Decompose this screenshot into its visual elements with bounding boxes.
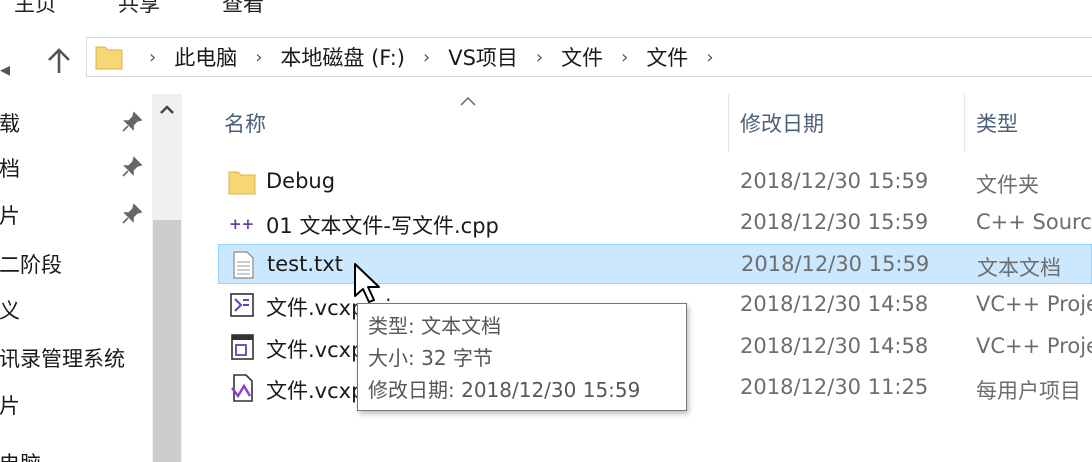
column-divider[interactable]	[728, 94, 729, 152]
vcxproj-filters-icon	[228, 333, 256, 361]
vcxproj-icon	[228, 291, 256, 319]
nav-item-pictures-2[interactable]: 图片	[0, 382, 150, 422]
file-row-cpp[interactable]: ++ 01 文本文件-写文件.cpp 2018/12/30 15:59 C++ …	[218, 203, 1092, 243]
nav-item-label: 图片	[0, 394, 20, 418]
breadcrumb-files-2[interactable]: 文件	[642, 42, 692, 72]
column-header-row: 名称 修改日期 类型	[190, 94, 1092, 152]
column-header-name[interactable]: 名称	[224, 108, 266, 138]
nav-item-stage-two[interactable]: 第二阶段	[0, 241, 150, 281]
tab-home[interactable]: 主页	[14, 0, 56, 18]
nav-item-this-pc[interactable]: 此电脑	[0, 440, 150, 462]
tooltip-size: 大小: 32 字节	[368, 346, 493, 370]
breadcrumb-local-disk[interactable]: 本地磁盘 (F:)	[276, 42, 409, 72]
file-type: 文本文档	[977, 256, 1061, 280]
file-row-debug[interactable]: Debug 2018/12/30 15:59 文件夹	[218, 162, 1092, 202]
tab-view[interactable]: 查看	[222, 0, 264, 18]
nav-item-label: 此电脑	[0, 448, 41, 462]
breadcrumb: › 此电脑 › 本地磁盘 (F:) › VS项目 › 文件 › 文件 ›	[135, 38, 728, 76]
nav-item-label: 第二阶段	[0, 253, 62, 277]
breadcrumb-this-pc[interactable]: 此电脑	[170, 42, 241, 72]
nav-item-label: 文档	[0, 157, 20, 181]
file-date: 2018/12/30 11:25	[740, 375, 929, 399]
sort-ascending-icon	[458, 94, 478, 106]
file-name: test.txt	[267, 252, 343, 276]
file-name: 01 文本文件-写文件.cpp	[266, 214, 499, 238]
tooltip-type: 类型: 文本文档	[368, 314, 502, 338]
chevron-right-icon[interactable]: ›	[423, 47, 430, 68]
file-name: Debug	[266, 169, 336, 193]
chevron-right-icon[interactable]: ›	[255, 47, 262, 68]
chevron-right-icon[interactable]: ›	[149, 47, 156, 68]
cpp-file-icon: ++	[228, 209, 256, 237]
file-date: 2018/12/30 15:59	[741, 252, 930, 276]
mouse-cursor-icon	[352, 262, 384, 306]
nav-scrollbar[interactable]	[152, 94, 182, 462]
up-button[interactable]	[44, 46, 74, 76]
file-type: 文件夹	[976, 173, 1039, 197]
folder-icon	[228, 168, 256, 196]
file-date: 2018/12/30 15:59	[740, 169, 929, 193]
vcxproj-user-icon	[228, 374, 256, 402]
navigation-bar: ◂ › 此电脑 › 本地磁盘 (F:) › VS项目 › 文件 › 文件 ›	[0, 24, 1092, 94]
breadcrumb-vs-projects[interactable]: VS项目	[444, 42, 522, 72]
file-info-tooltip: 类型: 文本文档 大小: 32 字节 修改日期: 2018/12/30 15:5…	[357, 303, 687, 411]
scrollbar-thumb[interactable]	[153, 220, 181, 462]
nav-item-label: 下载	[0, 112, 20, 136]
chevron-right-icon[interactable]: ›	[536, 47, 543, 68]
chevron-right-icon[interactable]: ›	[621, 47, 628, 68]
chevron-right-icon[interactable]: ›	[706, 47, 713, 68]
up-arrow-icon	[48, 48, 70, 73]
navigation-pane: 下载 文档 图片 第二阶段 讲义 通讯录管理系统 图片 此电脑	[0, 94, 182, 462]
file-type: VC++ Project	[976, 334, 1092, 358]
file-date: 2018/12/30 14:58	[740, 292, 929, 316]
column-header-date[interactable]: 修改日期	[740, 108, 824, 138]
address-bar[interactable]: › 此电脑 › 本地磁盘 (F:) › VS项目 › 文件 › 文件 ›	[86, 37, 1092, 77]
tooltip-modified: 修改日期: 2018/12/30 15:59	[368, 378, 641, 402]
nav-item-pictures[interactable]: 图片	[0, 192, 150, 232]
file-type: C++ Source	[976, 210, 1092, 234]
pin-icon	[120, 202, 144, 226]
nav-item-downloads[interactable]: 下载	[0, 100, 150, 140]
pin-icon	[120, 110, 144, 134]
nav-item-label: 图片	[0, 204, 20, 228]
svg-text:++: ++	[229, 215, 254, 233]
nav-item-lecture-notes[interactable]: 讲义	[0, 287, 150, 327]
folder-icon	[95, 44, 123, 70]
ribbon-tabs: 主页 共享 查看	[0, 0, 1092, 24]
file-type: 每用户项目	[976, 379, 1081, 403]
file-date: 2018/12/30 14:58	[740, 334, 929, 358]
scroll-up-icon[interactable]	[157, 100, 177, 120]
nav-item-documents[interactable]: 文档	[0, 145, 150, 185]
nav-item-label: 讲义	[0, 299, 20, 323]
tab-share[interactable]: 共享	[118, 0, 160, 18]
column-divider[interactable]	[964, 94, 965, 152]
file-type: VC++ Project	[976, 292, 1092, 316]
nav-item-label: 通讯录管理系统	[0, 347, 125, 371]
breadcrumb-files-1[interactable]: 文件	[557, 42, 607, 72]
file-row-test-txt[interactable]: test.txt 2018/12/30 15:59 文本文档	[218, 244, 1092, 284]
text-file-icon	[229, 251, 257, 279]
pin-icon	[120, 155, 144, 179]
column-header-type[interactable]: 类型	[976, 108, 1018, 138]
file-date: 2018/12/30 15:59	[740, 210, 929, 234]
recent-locations-chevron-icon[interactable]: ◂	[0, 57, 10, 81]
nav-item-contacts-system[interactable]: 通讯录管理系统	[0, 335, 150, 375]
